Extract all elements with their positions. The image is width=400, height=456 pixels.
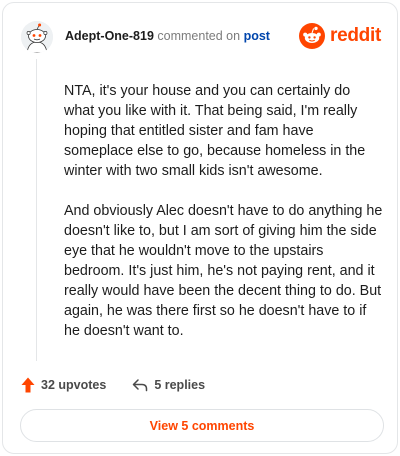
comment-header: Adept-One-819 commented on post reddit: [21, 19, 381, 55]
user-avatar[interactable]: [21, 21, 53, 53]
comment-byline: Adept-One-819 commented on post: [65, 29, 270, 43]
view-comments-button[interactable]: View 5 comments: [20, 409, 384, 442]
upvote-button[interactable]: 32 upvotes: [21, 377, 106, 393]
reddit-logo[interactable]: reddit: [299, 23, 381, 49]
reddit-wordmark: reddit: [330, 25, 381, 46]
username[interactable]: Adept-One-819: [65, 29, 154, 43]
commented-on-text: commented on: [157, 29, 241, 43]
comment-card: Adept-One-819 commented on post reddit N…: [2, 2, 398, 454]
thread-line: [36, 59, 37, 361]
snoo-avatar-icon: [21, 21, 53, 53]
comment-paragraph: NTA, it's your house and you can certain…: [64, 83, 366, 179]
upvotes-count: 32 upvotes: [41, 378, 107, 392]
upvote-arrow-icon: [21, 377, 35, 393]
replies-count: 5 replies: [154, 378, 206, 392]
reply-arrow-icon: [133, 379, 148, 392]
comment-actions: 32 upvotes 5 replies: [21, 375, 205, 395]
replies-button[interactable]: 5 replies: [132, 378, 205, 392]
comment-body: NTA, it's your house and you can certain…: [64, 81, 384, 361]
post-link[interactable]: post: [244, 29, 270, 43]
comment-paragraph: And obviously Alec doesn't have to do an…: [64, 203, 383, 339]
reddit-snoo-icon: [299, 23, 326, 49]
